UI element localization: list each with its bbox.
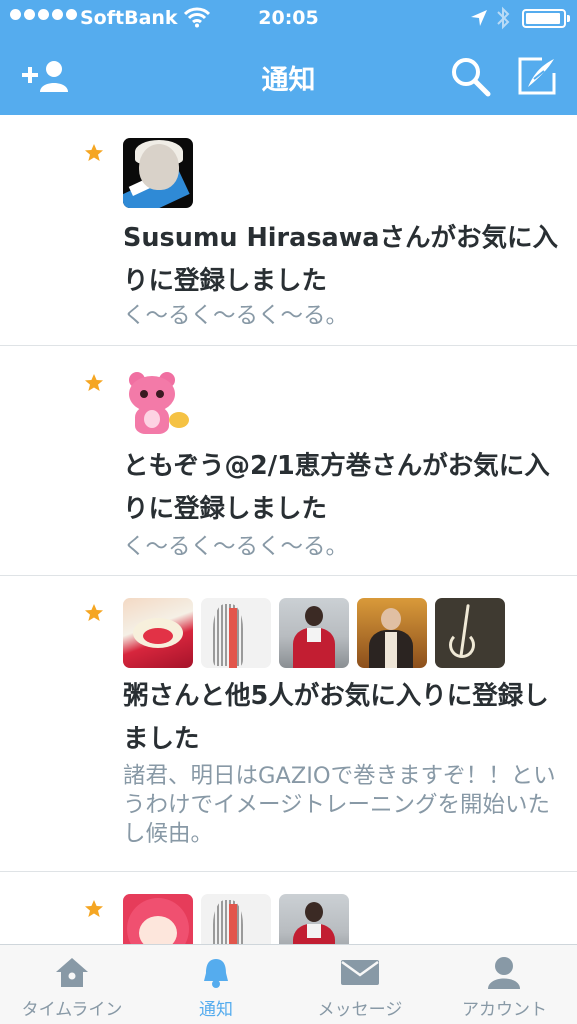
person-icon <box>488 957 520 989</box>
avatar[interactable] <box>123 368 193 438</box>
notification-item[interactable]: Susumu Hirasawaさんがお気に入りに登録しました く〜るく〜るく〜る… <box>0 115 577 346</box>
tweet-text[interactable]: く〜るく〜るく〜る。 <box>123 532 563 562</box>
avatar[interactable] <box>357 598 427 668</box>
tab-label: タイムライン <box>21 1000 123 1020</box>
tab-label: メッセージ <box>317 1000 403 1020</box>
avatar-row <box>123 368 193 438</box>
tab-timeline[interactable]: タイムライン <box>0 945 144 1024</box>
tweet-text[interactable]: 諸君、明日はGAZIOで巻きますぞ！！というわけでイメージトレーニングを開始いた… <box>123 762 563 849</box>
notification-message: Susumu Hirasawaさんがお気に入りに登録しました <box>123 223 558 296</box>
tab-messages[interactable]: メッセージ <box>288 945 432 1024</box>
avatar-row <box>123 598 505 668</box>
home-icon <box>56 958 88 987</box>
top-bar: SoftBank 20:05 通知 <box>0 0 577 115</box>
favorite-star-icon <box>85 144 103 161</box>
notification-message: 粥さんと他5人がお気に入りに登録しました <box>123 681 549 754</box>
avatar[interactable] <box>435 598 505 668</box>
tab-label: 通知 <box>199 1000 233 1020</box>
avatar[interactable] <box>123 894 193 944</box>
avatar[interactable] <box>279 894 349 944</box>
avatar[interactable] <box>201 894 271 944</box>
location-arrow-icon <box>471 10 487 26</box>
user-name[interactable]: Susumu Hirasawa <box>123 223 379 253</box>
notifications-list[interactable]: Susumu Hirasawaさんがお気に入りに登録しました く〜るく〜るく〜る… <box>0 115 577 944</box>
favorite-star-icon <box>85 374 103 391</box>
avatar-row <box>123 138 193 208</box>
tab-account[interactable]: アカウント <box>432 945 577 1024</box>
avatar[interactable] <box>201 598 271 668</box>
notification-message: ともぞう@2/1恵方巻さんがお気に入りに登録しました <box>123 451 550 524</box>
favorite-star-icon <box>85 604 103 621</box>
tweet-text[interactable]: く〜るく〜るく〜る。 <box>123 301 563 331</box>
status-bar: SoftBank 20:05 <box>0 0 577 38</box>
bluetooth-icon <box>497 6 510 30</box>
envelope-icon <box>341 960 379 985</box>
avatar-row <box>123 894 349 944</box>
tab-label: アカウント <box>462 1000 547 1020</box>
tab-notifications[interactable]: 通知 <box>144 945 288 1024</box>
user-name[interactable]: 粥 <box>123 681 149 711</box>
search-button[interactable] <box>450 56 492 98</box>
battery-icon <box>522 9 570 28</box>
favorite-star-icon <box>85 900 103 917</box>
tab-bar: タイムライン 通知 メッセージ アカウント <box>0 944 577 1024</box>
notification-item[interactable] <box>0 872 577 944</box>
notification-item[interactable]: 粥さんと他5人がお気に入りに登録しました 諸君、明日はGAZIOで巻きますぞ！！… <box>0 576 577 872</box>
notification-item[interactable]: ともぞう@2/1恵方巻さんがお気に入りに登録しました く〜るく〜るく〜る。 <box>0 346 577 576</box>
bell-icon <box>204 959 228 988</box>
clock: 20:05 <box>258 7 319 29</box>
user-name[interactable]: ともぞう@2/1恵方巻 <box>123 451 371 481</box>
avatar[interactable] <box>123 138 193 208</box>
avatar[interactable] <box>123 598 193 668</box>
avatar[interactable] <box>279 598 349 668</box>
compose-tweet-button[interactable] <box>516 55 558 97</box>
